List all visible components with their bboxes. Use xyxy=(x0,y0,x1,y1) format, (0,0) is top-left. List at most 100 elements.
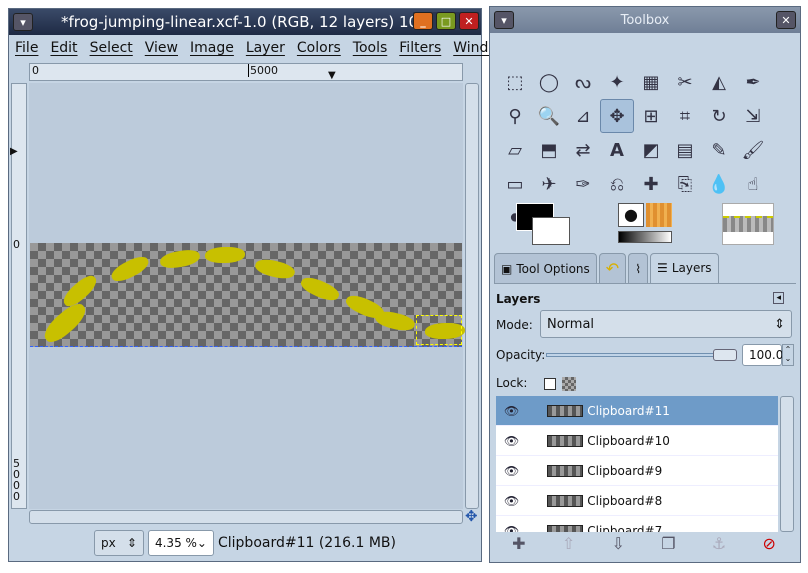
ink-tool-icon[interactable]: ✑ xyxy=(566,167,600,201)
tab-undo-history[interactable]: ↶ xyxy=(598,253,627,283)
blend-tool-icon[interactable]: ▤ xyxy=(668,133,702,167)
opacity-slider[interactable] xyxy=(546,349,737,361)
slider-handle[interactable] xyxy=(713,349,737,361)
bucket-fill-tool-icon[interactable]: ◩ xyxy=(634,133,668,167)
mode-select[interactable]: Normal ⇕ xyxy=(540,310,792,338)
move-tool-icon[interactable]: ✥ xyxy=(600,99,634,133)
vertical-ruler[interactable]: 0 ▶ 5 0 0 0 xyxy=(10,83,27,509)
brush-icon[interactable]: ● xyxy=(618,203,644,227)
menu-layer[interactable]: Layer xyxy=(246,40,285,56)
free-select-tool-icon[interactable]: ᔓ xyxy=(566,65,600,99)
layer-row[interactable]: 👁 Clipboard#10 xyxy=(496,426,778,456)
lower-layer-icon[interactable]: ⇩ xyxy=(612,534,625,553)
lock-alpha-checkbox[interactable] xyxy=(544,378,556,390)
paintbrush-tool-icon[interactable]: 🖌 xyxy=(736,133,770,167)
opacity-input[interactable]: 100.0 xyxy=(742,344,783,366)
rotate-tool-icon[interactable]: ↻ xyxy=(702,99,736,133)
clone-tool-icon[interactable]: ⎌ xyxy=(600,167,634,201)
color-picker-tool-icon[interactable]: ⚲ xyxy=(498,99,532,133)
menu-select[interactable]: Select xyxy=(90,40,133,56)
layer-row[interactable]: 👁 Clipboard#7 xyxy=(496,516,778,532)
align-tool-icon[interactable]: ⊞ xyxy=(634,99,668,133)
layer-list-scrollbar[interactable] xyxy=(780,396,794,532)
pointer-marker-icon: ▼ xyxy=(328,70,336,81)
tab-paths[interactable]: ⌇ xyxy=(628,253,649,283)
text-tool-icon[interactable]: A xyxy=(600,133,634,167)
blur-tool-icon[interactable]: 💧 xyxy=(702,167,736,201)
paths-tool-icon[interactable]: ✒ xyxy=(736,65,770,99)
rect-select-tool-icon[interactable]: ⬚ xyxy=(498,65,532,99)
color-select-tool-icon[interactable]: ▦ xyxy=(634,65,668,99)
shear-tool-icon[interactable]: ▱ xyxy=(498,133,532,167)
pencil-tool-icon[interactable]: ✎ xyxy=(702,133,736,167)
layer-thumbnail xyxy=(547,524,584,532)
eye-icon[interactable]: 👁 xyxy=(504,524,519,533)
eye-icon[interactable]: 👁 xyxy=(504,404,519,418)
minimize-icon[interactable]: _ xyxy=(413,12,433,30)
layer-row[interactable]: 👁 Clipboard#11 xyxy=(496,396,778,426)
eye-icon[interactable]: 👁 xyxy=(504,434,519,448)
airbrush-tool-icon[interactable]: ✈ xyxy=(532,167,566,201)
layer-row[interactable]: 👁 Clipboard#8 xyxy=(496,486,778,516)
anchor-layer-icon[interactable]: ⚓ xyxy=(712,534,726,553)
new-layer-icon[interactable]: ✚ xyxy=(512,534,525,553)
menu-file[interactable]: File xyxy=(15,40,38,56)
unit-value: px xyxy=(100,536,116,550)
horizontal-scrollbar[interactable] xyxy=(29,510,463,524)
perspective-tool-icon[interactable]: ⬒ xyxy=(532,133,566,167)
pointer-marker-icon: ▶ xyxy=(10,146,18,157)
background-color[interactable] xyxy=(532,217,570,245)
navigate-icon[interactable]: ✥ xyxy=(465,507,478,525)
ellipse-select-tool-icon[interactable]: ◯ xyxy=(532,65,566,99)
smudge-tool-icon[interactable]: ☝ xyxy=(736,167,770,201)
crop-tool-icon[interactable]: ⌗ xyxy=(668,99,702,133)
eraser-tool-icon[interactable]: ▭ xyxy=(498,167,532,201)
eye-icon[interactable]: 👁 xyxy=(504,464,519,478)
layer-buttons: ✚ ⇧ ⇩ ❐ ⚓ ⊘ xyxy=(494,534,794,553)
vertical-scrollbar[interactable] xyxy=(465,83,479,509)
foreground-select-tool-icon[interactable]: ◭ xyxy=(702,65,736,99)
maximize-icon[interactable]: □ xyxy=(436,12,456,30)
tab-tool-options[interactable]: ▣ Tool Options xyxy=(494,253,597,283)
menu-filters[interactable]: Filters xyxy=(399,40,441,56)
menu-image[interactable]: Image xyxy=(190,40,234,56)
window-menu-icon[interactable]: ▾ xyxy=(494,11,514,29)
zoom-select[interactable]: 4.35 % ⌄ xyxy=(147,530,214,556)
heal-tool-icon[interactable]: ✚ xyxy=(634,167,668,201)
eye-icon[interactable]: 👁 xyxy=(504,494,519,508)
scissors-tool-icon[interactable]: ✂ xyxy=(668,65,702,99)
layer-name: Clipboard#9 xyxy=(587,463,663,478)
scale-tool-icon[interactable]: ⇲ xyxy=(736,99,770,133)
menu-tools[interactable]: Tools xyxy=(353,40,388,56)
active-image-preview[interactable] xyxy=(722,203,774,245)
pattern-icon[interactable] xyxy=(646,203,672,227)
delete-layer-icon[interactable]: ⊘ xyxy=(762,534,775,553)
measure-tool-icon[interactable]: ⊿ xyxy=(566,99,600,133)
raise-layer-icon[interactable]: ⇧ xyxy=(562,534,575,553)
layer-list[interactable]: 👁 Clipboard#11 👁 Clipboard#10 👁 Clipboard#9 👁 C… xyxy=(496,396,778,532)
duplicate-layer-icon[interactable]: ❐ xyxy=(661,534,675,553)
image-canvas[interactable] xyxy=(29,83,465,509)
close-icon[interactable]: ✕ xyxy=(459,12,479,30)
menu-colors[interactable]: Colors xyxy=(297,40,341,56)
layer-row[interactable]: 👁 Clipboard#9 xyxy=(496,456,778,486)
fuzzy-select-tool-icon[interactable]: ✦ xyxy=(600,65,634,99)
opacity-spinner[interactable]: ⌃ ⌄ xyxy=(782,344,794,366)
chevron-down-icon: ⌄ xyxy=(196,536,207,550)
perspective-clone-tool-icon[interactable]: ⎘ xyxy=(668,167,702,201)
layer-thumbnail xyxy=(547,494,584,507)
menu-edit[interactable]: Edit xyxy=(50,40,77,56)
panel-menu-icon[interactable]: ◂ xyxy=(773,292,784,304)
zoom-value: 4.35 % xyxy=(154,536,197,550)
flip-tool-icon[interactable]: ⇄ xyxy=(566,133,600,167)
window-menu-icon[interactable]: ▾ xyxy=(13,13,33,31)
menu-view[interactable]: View xyxy=(145,40,178,56)
tab-layers[interactable]: ☰ Layers xyxy=(650,253,719,283)
statusbar: px ⇕ 4.35 % ⌄ Clipboard#11 (216.1 MB) xyxy=(9,525,481,561)
zoom-tool-icon[interactable]: 🔍 xyxy=(532,99,566,133)
image-layer xyxy=(30,243,465,347)
gradient-icon[interactable] xyxy=(618,231,672,243)
unit-select[interactable]: px ⇕ xyxy=(93,530,144,556)
horizontal-ruler[interactable]: 0 5000 ▼ xyxy=(29,63,463,81)
close-icon[interactable]: ✕ xyxy=(776,11,796,29)
